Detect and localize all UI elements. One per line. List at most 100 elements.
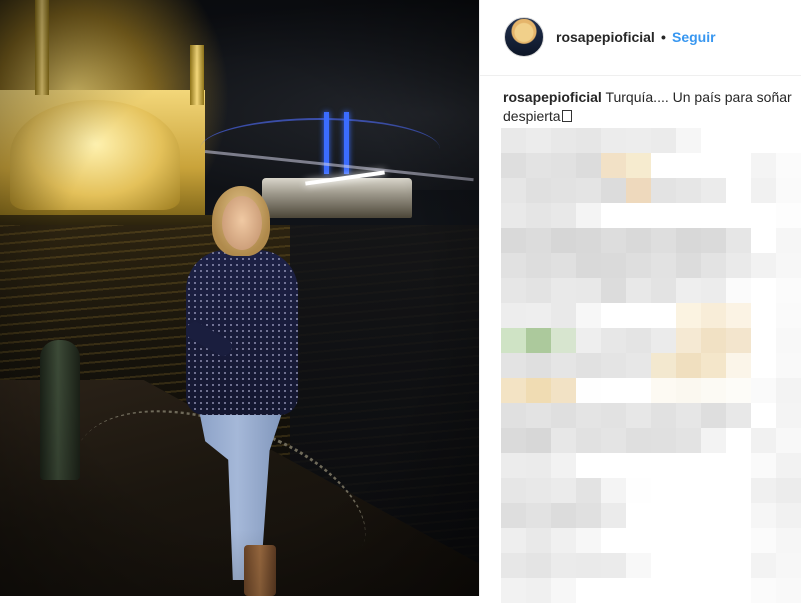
pixel-block	[651, 178, 676, 203]
pixel-block	[701, 153, 726, 178]
pixel-block	[676, 128, 701, 153]
pixel-block	[776, 378, 801, 403]
pixel-block	[601, 428, 626, 453]
pixel-block	[776, 403, 801, 428]
pixel-block	[701, 278, 726, 303]
pixel-block	[551, 453, 576, 478]
pixel-block	[651, 203, 676, 228]
pixel-block	[651, 453, 676, 478]
pixel-block	[726, 453, 751, 478]
pixel-block	[526, 403, 551, 428]
photo-vignette	[0, 0, 479, 596]
pixel-block	[701, 228, 726, 253]
pixel-block	[776, 128, 801, 153]
pixel-block	[676, 228, 701, 253]
pixel-block	[651, 378, 676, 403]
caption: rosapepioficial Turquía.... Un país para…	[503, 88, 793, 126]
pixel-block	[651, 528, 676, 553]
pixel-block	[601, 278, 626, 303]
pixel-block	[751, 228, 776, 253]
pixel-block	[726, 578, 751, 603]
pixel-block	[726, 278, 751, 303]
pixel-block	[701, 203, 726, 228]
pixel-block	[626, 578, 651, 603]
pixel-block	[551, 128, 576, 153]
pixel-block	[676, 303, 701, 328]
pixel-block	[626, 503, 651, 528]
pixel-block	[726, 253, 751, 278]
pixel-block	[751, 153, 776, 178]
follow-button[interactable]: Seguir	[672, 29, 716, 45]
pixel-block	[701, 178, 726, 203]
pixel-block	[751, 478, 776, 503]
pixel-block	[576, 228, 601, 253]
pixel-block	[651, 153, 676, 178]
pixel-block	[676, 328, 701, 353]
pixel-block	[626, 528, 651, 553]
pixel-block	[701, 503, 726, 528]
pixel-block	[576, 478, 601, 503]
pixel-block	[651, 503, 676, 528]
pixel-block	[651, 578, 676, 603]
pixel-block	[551, 403, 576, 428]
pixel-block	[701, 253, 726, 278]
pixel-block	[751, 528, 776, 553]
pixel-block	[726, 353, 751, 378]
pixel-block	[526, 378, 551, 403]
pixel-block	[526, 203, 551, 228]
pixel-block	[726, 528, 751, 553]
pixel-block	[601, 478, 626, 503]
pixel-block	[601, 528, 626, 553]
pixel-block	[601, 353, 626, 378]
username-link[interactable]: rosapepioficial	[556, 29, 655, 45]
avatar[interactable]	[504, 17, 544, 57]
pixel-block	[501, 203, 526, 228]
pixel-block	[751, 578, 776, 603]
pixel-block	[651, 553, 676, 578]
pixel-block	[501, 503, 526, 528]
pixel-block	[526, 278, 551, 303]
pixel-block	[501, 303, 526, 328]
pixel-block	[526, 528, 551, 553]
pixel-block	[501, 128, 526, 153]
pixel-block	[726, 328, 751, 353]
pixel-block	[576, 328, 601, 353]
pixel-block	[776, 528, 801, 553]
pixel-block	[626, 553, 651, 578]
pixel-block	[601, 503, 626, 528]
pixel-block	[551, 203, 576, 228]
pixel-block	[526, 303, 551, 328]
pixel-block	[726, 553, 751, 578]
pixel-block	[526, 328, 551, 353]
pixel-block	[651, 278, 676, 303]
pixel-block	[701, 553, 726, 578]
pixel-block	[776, 503, 801, 528]
pixel-block	[676, 253, 701, 278]
pixel-block	[576, 428, 601, 453]
pixel-block	[501, 403, 526, 428]
pixel-block	[776, 253, 801, 278]
pixel-block	[626, 328, 651, 353]
pixel-block	[551, 478, 576, 503]
pixel-block	[501, 428, 526, 453]
pixel-block	[701, 478, 726, 503]
post-photo[interactable]	[0, 0, 479, 596]
pixel-block	[651, 328, 676, 353]
caption-username-link[interactable]: rosapepioficial	[503, 89, 602, 105]
pixel-block	[726, 478, 751, 503]
pixel-block	[776, 278, 801, 303]
pixel-block	[551, 353, 576, 378]
pixel-block	[751, 178, 776, 203]
pixel-block	[701, 353, 726, 378]
pixel-block	[501, 553, 526, 578]
pixel-block	[601, 553, 626, 578]
pixel-block	[676, 428, 701, 453]
pixel-block	[551, 378, 576, 403]
pixel-block	[651, 428, 676, 453]
pixel-block	[626, 428, 651, 453]
pixel-block	[601, 453, 626, 478]
pixel-block	[626, 203, 651, 228]
pixel-block	[551, 153, 576, 178]
pixel-block	[526, 478, 551, 503]
pixel-block	[651, 253, 676, 278]
